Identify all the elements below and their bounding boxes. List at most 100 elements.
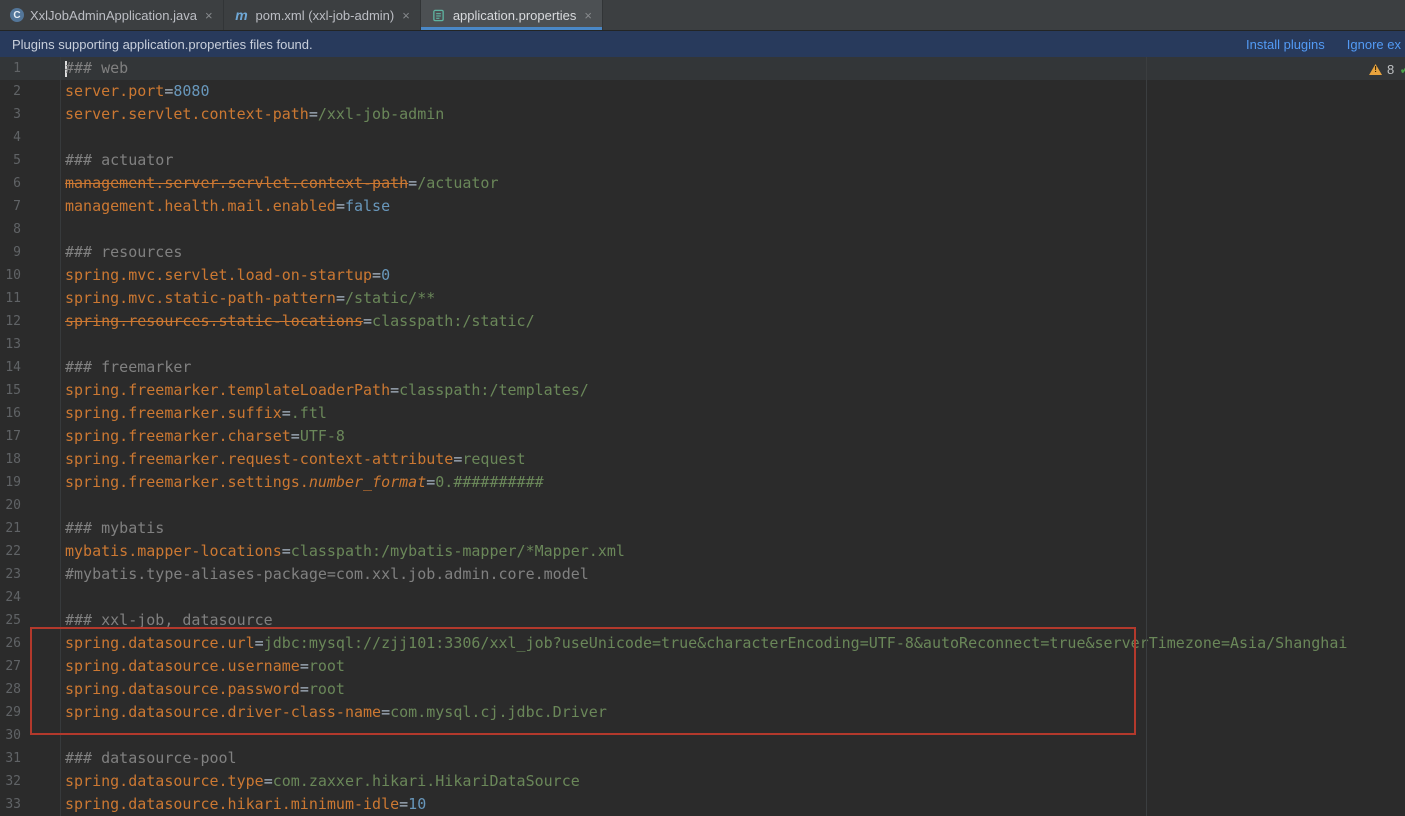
editor-line[interactable]: 3 server.servlet.context-path=/xxl-job-ad… <box>0 103 1405 126</box>
line-number[interactable]: 9 <box>0 241 61 264</box>
editor-line[interactable]: 18 spring.freemarker.request-context-attr… <box>0 448 1405 471</box>
editor-line[interactable]: 7 management.health.mail.enabled=false <box>0 195 1405 218</box>
code-token: root <box>308 680 345 698</box>
code-text: ### mybatis <box>61 517 164 540</box>
line-number[interactable]: 19 <box>0 471 61 494</box>
code-token: ### resources <box>65 243 183 261</box>
line-number[interactable]: 24 <box>0 586 61 609</box>
inspection-check-icon: ✓ <box>1399 61 1405 78</box>
line-number[interactable]: 25 <box>0 609 61 632</box>
editor-line[interactable]: 33 spring.datasource.hikari.minimum-idle=… <box>0 793 1405 816</box>
editor-line[interactable]: 27 spring.datasource.username=root <box>0 655 1405 678</box>
ignore-extension-link[interactable]: Ignore ex <box>1347 37 1401 52</box>
line-number[interactable]: 15 <box>0 379 61 402</box>
editor-line[interactable]: 11 spring.mvc.static-path-pattern=/static… <box>0 287 1405 310</box>
editor-line[interactable]: 24 <box>0 586 1405 609</box>
editor-line[interactable]: 26 spring.datasource.url=jdbc:mysql://zjj… <box>0 632 1405 655</box>
editor-line[interactable]: 25 ### xxl-job, datasource <box>0 609 1405 632</box>
line-number[interactable]: 26 <box>0 632 61 655</box>
line-number[interactable]: 31 <box>0 747 61 770</box>
editor-line[interactable]: 5 ### actuator <box>0 149 1405 172</box>
line-number[interactable]: 20 <box>0 494 61 517</box>
editor-line[interactable]: 4 <box>0 126 1405 149</box>
line-number[interactable]: 16 <box>0 402 61 425</box>
editor-line[interactable]: 13 <box>0 333 1405 356</box>
line-number[interactable]: 14 <box>0 356 61 379</box>
code-token: spring.freemarker.request-context-attrib… <box>65 450 454 468</box>
tab-label: application.properties <box>452 7 577 23</box>
code-token: /actuator <box>417 174 499 192</box>
line-number[interactable]: 22 <box>0 540 61 563</box>
editor-line[interactable]: 14 ### freemarker <box>0 356 1405 379</box>
editor-line[interactable]: 6 management.server.servlet.context-path=… <box>0 172 1405 195</box>
code-lines: 1 ### web 2 server.port=8080 3 server.servlet… <box>0 57 1405 816</box>
editor-line[interactable]: 23 #mybatis.type-aliases-package=com.xxl.… <box>0 563 1405 586</box>
code-text: spring.datasource.username=root <box>61 655 345 678</box>
tab-close-icon[interactable]: × <box>205 8 213 23</box>
inspections-widget[interactable]: ! 8 ✓ <box>1369 61 1405 78</box>
editor-line[interactable]: 12 spring.resources.static-locations=clas… <box>0 310 1405 333</box>
editor-line[interactable]: 31 ### datasource-pool <box>0 747 1405 770</box>
editor-tab[interactable]: application.properties × <box>420 0 603 30</box>
tab-close-icon[interactable]: × <box>584 8 592 23</box>
editor-line[interactable]: 1 ### web <box>0 57 1405 80</box>
editor-line[interactable]: 8 <box>0 218 1405 241</box>
code-text: ### xxl-job, datasource <box>61 609 273 632</box>
code-token: spring.mvc.static-path-pattern <box>65 289 336 307</box>
editor-line[interactable]: 16 spring.freemarker.suffix=.ftl <box>0 402 1405 425</box>
line-number[interactable]: 21 <box>0 517 61 540</box>
editor-line[interactable]: 21 ### mybatis <box>0 517 1405 540</box>
code-token: spring.datasource.password <box>65 680 300 698</box>
editor-line[interactable]: 28 spring.datasource.password=root <box>0 678 1405 701</box>
code-token: 0.########## <box>435 473 544 491</box>
tab-close-icon[interactable]: × <box>402 8 410 23</box>
code-token: number_format <box>308 473 427 491</box>
editor-pane[interactable]: 1 ### web 2 server.port=8080 3 server.servlet… <box>0 57 1405 816</box>
editor-line[interactable]: 10 spring.mvc.servlet.load-on-startup=0 <box>0 264 1405 287</box>
code-text: ### actuator <box>61 149 173 172</box>
line-number[interactable]: 18 <box>0 448 61 471</box>
line-number[interactable]: 29 <box>0 701 61 724</box>
editor-tab[interactable]: m pom.xml (xxl-job-admin) × <box>224 0 421 30</box>
line-number[interactable]: 11 <box>0 287 61 310</box>
line-number[interactable]: 28 <box>0 678 61 701</box>
line-number[interactable]: 8 <box>0 218 61 241</box>
line-number[interactable]: 2 <box>0 80 61 103</box>
line-number[interactable]: 27 <box>0 655 61 678</box>
editor-line[interactable]: 17 spring.freemarker.charset=UTF-8 <box>0 425 1405 448</box>
code-token: ### freemarker <box>65 358 192 376</box>
code-text: server.port=8080 <box>61 80 210 103</box>
code-text: spring.datasource.hikari.minimum-idle=10 <box>61 793 426 816</box>
line-number[interactable]: 13 <box>0 333 61 356</box>
line-number[interactable]: 6 <box>0 172 61 195</box>
line-number[interactable]: 30 <box>0 724 61 747</box>
line-number[interactable]: 10 <box>0 264 61 287</box>
code-token: request <box>462 450 526 468</box>
line-number[interactable]: 5 <box>0 149 61 172</box>
line-number[interactable]: 1 <box>0 57 61 80</box>
editor-tab[interactable]: C XxlJobAdminApplication.java × <box>0 0 224 30</box>
line-number[interactable]: 7 <box>0 195 61 218</box>
line-number[interactable]: 23 <box>0 563 61 586</box>
install-plugins-link[interactable]: Install plugins <box>1246 37 1325 52</box>
line-number[interactable]: 32 <box>0 770 61 793</box>
right-margin-guide <box>1146 57 1147 816</box>
editor-line[interactable]: 15 spring.freemarker.templateLoaderPath=c… <box>0 379 1405 402</box>
code-token: ### actuator <box>65 151 174 169</box>
editor-line[interactable]: 20 <box>0 494 1405 517</box>
editor-line[interactable]: 2 server.port=8080 <box>0 80 1405 103</box>
line-number[interactable]: 17 <box>0 425 61 448</box>
line-number[interactable]: 12 <box>0 310 61 333</box>
code-token: = <box>408 174 418 192</box>
line-number[interactable]: 3 <box>0 103 61 126</box>
editor-line[interactable]: 30 <box>0 724 1405 747</box>
editor-line[interactable]: 9 ### resources <box>0 241 1405 264</box>
editor-line[interactable]: 29 spring.datasource.driver-class-name=co… <box>0 701 1405 724</box>
editor-line[interactable]: 22 mybatis.mapper-locations=classpath:/my… <box>0 540 1405 563</box>
tab-label: pom.xml (xxl-job-admin) <box>255 7 395 23</box>
line-number[interactable]: 4 <box>0 126 61 149</box>
code-token: classpath:/mybatis-mapper/*Mapper.xml <box>290 542 625 560</box>
editor-line[interactable]: 19 spring.freemarker.settings.number_form… <box>0 471 1405 494</box>
line-number[interactable]: 33 <box>0 793 61 816</box>
editor-line[interactable]: 32 spring.datasource.type=com.zaxxer.hika… <box>0 770 1405 793</box>
